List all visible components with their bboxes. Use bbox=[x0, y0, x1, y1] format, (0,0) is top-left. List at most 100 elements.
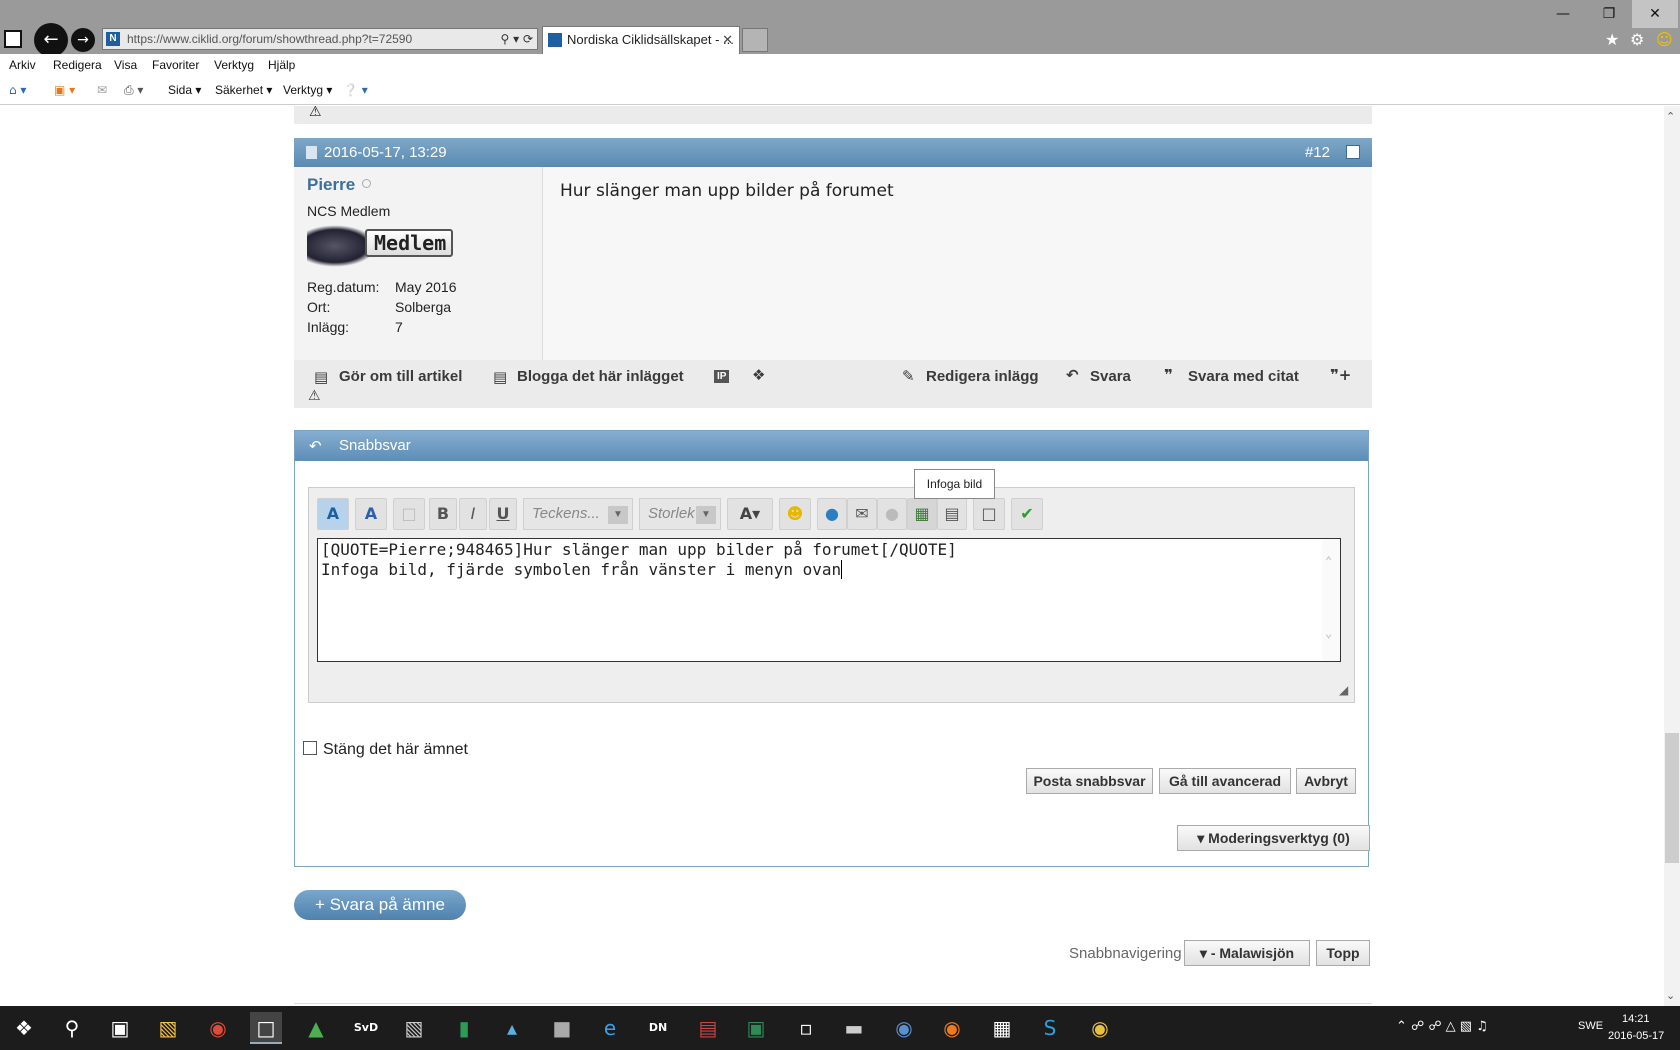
top-button[interactable]: Topp bbox=[1316, 940, 1370, 966]
window-icon[interactable] bbox=[4, 30, 22, 48]
size-select[interactable]: Storlek ▼ bbox=[639, 498, 721, 530]
insert-video-icon[interactable]: ▤ bbox=[937, 498, 967, 530]
make-article-button[interactable]: Gör om till artikel bbox=[339, 368, 462, 385]
insert-email-icon[interactable]: ✉ bbox=[847, 498, 877, 530]
app-red-icon[interactable]: ▤ bbox=[692, 1012, 724, 1044]
new-tab-button[interactable] bbox=[742, 28, 768, 52]
thanks-icon[interactable]: ❖ bbox=[752, 366, 765, 384]
quick-navigation-select[interactable]: ▾ - Malawisjön bbox=[1184, 940, 1310, 966]
print-icon[interactable]: ⎙ ▾ bbox=[124, 83, 143, 98]
app-blue-icon[interactable]: ▴ bbox=[496, 1012, 528, 1044]
app-doc-icon[interactable]: ▫ bbox=[790, 1012, 822, 1044]
username-link[interactable]: Pierre bbox=[307, 175, 355, 195]
underline-icon[interactable]: U bbox=[489, 498, 517, 530]
active-app-icon[interactable]: □ bbox=[250, 1012, 282, 1044]
app-circle-icon[interactable]: ◉ bbox=[1084, 1012, 1116, 1044]
ip-button[interactable]: IP bbox=[714, 370, 730, 383]
blog-post-button[interactable]: Blogga det här inlägget bbox=[517, 368, 684, 385]
insert-image-icon[interactable]: ▦ bbox=[907, 498, 937, 530]
cmd-sakerhet[interactable]: Säkerhet ▾ bbox=[215, 83, 272, 97]
windows-start-icon[interactable]: ❖ bbox=[8, 1012, 40, 1044]
paste-icon[interactable]: □ bbox=[393, 498, 425, 530]
textarea-scrollbar[interactable]: ⌃ ⌄ bbox=[1322, 539, 1340, 661]
menu-hjalp[interactable]: Hjälp bbox=[268, 58, 295, 72]
tab-close-icon[interactable]: ✕ bbox=[722, 27, 733, 53]
address-tools-icon[interactable]: ⚲ ▾ ⟳ bbox=[501, 29, 534, 49]
report-warning-icon[interactable]: ⚠ bbox=[309, 106, 322, 120]
svd-app-icon[interactable]: SvD bbox=[350, 1012, 382, 1044]
search-icon[interactable]: ⚲ bbox=[56, 1012, 88, 1044]
reply-to-topic-button[interactable]: + Svara på ämne bbox=[294, 890, 466, 920]
edge-icon[interactable]: e bbox=[594, 1012, 626, 1044]
go-advanced-button[interactable]: Gå till avancerad bbox=[1159, 768, 1291, 794]
scroll-down-icon[interactable]: ⌄ bbox=[1325, 623, 1332, 643]
browser-tab[interactable]: Nordiska Ciklidsällskapet - ... ✕ bbox=[542, 26, 740, 54]
multiquote-icon[interactable]: ❞+ bbox=[1330, 366, 1351, 384]
report-warning-icon-2[interactable]: ⚠ bbox=[308, 388, 321, 404]
folder-icon[interactable]: ▧ bbox=[398, 1012, 430, 1044]
post-number[interactable]: #12 bbox=[1305, 138, 1330, 167]
tray-icons[interactable]: ⌃ ☍ ☍ △ ▧ ♫ bbox=[1396, 1019, 1488, 1034]
edit-post-button[interactable]: Redigera inlägg bbox=[926, 368, 1039, 385]
page-scrollbar[interactable]: ⌃ ⌄ bbox=[1664, 106, 1680, 1006]
clock-date[interactable]: 2016-05-17 bbox=[1608, 1030, 1664, 1042]
menu-favoriter[interactable]: Favoriter bbox=[152, 58, 199, 72]
rss-icon[interactable]: ▣ ▾ bbox=[54, 83, 75, 97]
home-star-icon[interactable]: ★ bbox=[1605, 30, 1619, 49]
bold-icon[interactable]: B bbox=[429, 498, 457, 530]
switch-editor-mode-icon[interactable]: A bbox=[317, 498, 349, 530]
cmd-sida[interactable]: Sida ▾ bbox=[168, 83, 201, 97]
smiley-icon[interactable]: ☺ bbox=[1656, 30, 1673, 49]
app-dark-icon[interactable]: ■ bbox=[546, 1012, 578, 1044]
cmd-verktyg[interactable]: Verktyg ▾ bbox=[283, 83, 332, 97]
moderation-tools-button[interactable]: ▾ Moderingsverktyg (0) bbox=[1177, 825, 1370, 851]
remove-link-icon[interactable]: ● bbox=[877, 498, 907, 530]
address-bar[interactable]: N https://www.ciklid.org/forum/showthrea… bbox=[102, 28, 538, 50]
scroll-up-icon[interactable]: ⌃ bbox=[1325, 551, 1332, 571]
app-phone-icon[interactable]: ▮ bbox=[448, 1012, 480, 1044]
post-quick-reply-button[interactable]: Posta snabbsvar bbox=[1026, 768, 1153, 794]
font-select[interactable]: Teckens... ▼ bbox=[523, 498, 633, 530]
reply-button[interactable]: Svara bbox=[1090, 368, 1131, 385]
close-topic-label[interactable]: Stäng det här ämnet bbox=[323, 741, 468, 759]
calculator-icon[interactable]: ▦ bbox=[986, 1012, 1018, 1044]
italic-icon[interactable]: I bbox=[459, 498, 487, 530]
outlook-icon[interactable]: ◉ bbox=[888, 1012, 920, 1044]
editor-resize-handle-icon[interactable]: ◢ bbox=[1339, 683, 1348, 697]
app-grey-icon[interactable]: ▬ bbox=[838, 1012, 870, 1044]
menu-arkiv[interactable]: Arkiv bbox=[9, 58, 36, 72]
restore-icon[interactable]: ❐ bbox=[1586, 0, 1632, 28]
input-language[interactable]: SWE bbox=[1578, 1020, 1603, 1032]
skype-icon[interactable]: S bbox=[1034, 1012, 1066, 1044]
gear-icon[interactable]: ⚙ bbox=[1630, 30, 1644, 49]
chrome-icon[interactable]: ◉ bbox=[202, 1012, 234, 1044]
app-green-icon[interactable]: ▲ bbox=[300, 1012, 332, 1044]
mail-icon[interactable]: ✉ bbox=[97, 83, 107, 97]
insert-quote-icon[interactable]: □ bbox=[973, 498, 1005, 530]
dn-app-icon[interactable]: DN bbox=[642, 1012, 674, 1044]
insert-link-icon[interactable]: ● bbox=[817, 498, 847, 530]
reply-textarea[interactable]: [QUOTE=Pierre;948465]Hur slänger man upp… bbox=[317, 538, 1341, 662]
menu-visa[interactable]: Visa bbox=[114, 58, 137, 72]
task-view-icon[interactable]: ▣ bbox=[104, 1012, 136, 1044]
back-button-icon[interactable]: ← bbox=[34, 23, 68, 57]
reply-with-quote-button[interactable]: Svara med citat bbox=[1188, 368, 1299, 385]
home-icon[interactable]: ⌂ ▾ bbox=[9, 83, 26, 97]
firefox-icon[interactable]: ◉ bbox=[936, 1012, 968, 1044]
remove-format-icon[interactable]: A bbox=[355, 498, 387, 530]
help-icon[interactable]: ❔ ▾ bbox=[343, 83, 368, 97]
font-color-icon[interactable]: A▾ bbox=[727, 498, 773, 530]
scroll-up-arrow-icon[interactable]: ⌃ bbox=[1666, 110, 1675, 123]
excel-icon[interactable]: ▣ bbox=[740, 1012, 772, 1044]
cancel-button[interactable]: Avbryt bbox=[1296, 768, 1356, 794]
post-select-checkbox[interactable] bbox=[1346, 145, 1360, 159]
close-window-icon[interactable]: ✕ bbox=[1632, 0, 1678, 28]
minimize-icon[interactable]: — bbox=[1540, 0, 1586, 28]
scroll-thumb[interactable] bbox=[1665, 733, 1679, 863]
scroll-down-arrow-icon[interactable]: ⌄ bbox=[1666, 989, 1675, 1002]
menu-verktyg[interactable]: Verktyg bbox=[214, 58, 254, 72]
forward-button-icon[interactable]: → bbox=[71, 28, 95, 52]
clock-time[interactable]: 14:21 bbox=[1622, 1013, 1650, 1025]
close-topic-checkbox[interactable] bbox=[303, 741, 317, 755]
menu-redigera[interactable]: Redigera bbox=[53, 58, 102, 72]
